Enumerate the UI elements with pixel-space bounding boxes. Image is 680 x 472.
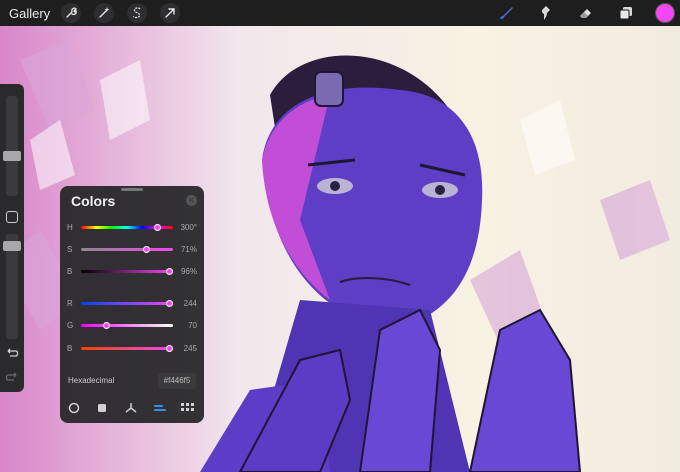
slider-label: H: [67, 223, 73, 232]
slider-label: B: [67, 267, 73, 276]
panel-grabber[interactable]: [121, 188, 143, 191]
opacity-slider[interactable]: [3, 234, 21, 339]
hsb-slider-row: B 96%: [67, 265, 197, 279]
slider-value: 70: [188, 321, 197, 330]
slider-track[interactable]: [81, 324, 173, 327]
slider-label: S: [67, 245, 73, 254]
opacity-thumb[interactable]: [3, 241, 21, 251]
current-color-swatch[interactable]: [655, 3, 675, 23]
gallery-button[interactable]: Gallery: [9, 6, 50, 21]
hex-input[interactable]: #f446f5: [158, 373, 196, 389]
magic-wand-icon[interactable]: [94, 3, 115, 23]
harmony-icon[interactable]: [123, 400, 139, 416]
hex-row: Hexadecimal #f446f5: [60, 372, 204, 392]
slider-label: G: [67, 321, 74, 330]
square-icon[interactable]: [94, 400, 110, 416]
undo-icon[interactable]: [4, 346, 20, 362]
panel-title: Colors: [71, 193, 116, 209]
slider-label: R: [67, 299, 73, 308]
brush-size-slider[interactable]: [3, 96, 21, 196]
transform-arrow-icon[interactable]: [160, 3, 181, 23]
slider-knob[interactable]: [102, 322, 110, 329]
palettes-icon[interactable]: [180, 400, 196, 416]
disc-icon[interactable]: [66, 400, 82, 416]
slider-value: 96%: [180, 267, 197, 276]
hsb-slider-row: S 71%: [67, 243, 197, 257]
redo-icon[interactable]: [4, 370, 20, 386]
slider-value: 244: [183, 299, 197, 308]
value-icon[interactable]: [152, 400, 168, 416]
slider-track[interactable]: [81, 248, 173, 251]
hex-label: Hexadecimal: [68, 376, 115, 385]
smudge-icon[interactable]: [535, 2, 557, 24]
slider-value: 300°: [180, 223, 197, 232]
rgb-slider-row: R 244: [67, 297, 197, 311]
close-icon[interactable]: ×: [186, 195, 197, 206]
rgb-slider-row: G 70: [67, 319, 197, 333]
rgb-slider-row: B 245: [67, 342, 197, 356]
slider-track[interactable]: [81, 270, 173, 273]
left-sidebar: [0, 84, 24, 392]
brush-size-thumb[interactable]: [3, 151, 21, 161]
slider-knob[interactable]: [154, 224, 162, 231]
slider-label: B: [67, 344, 73, 353]
selection-s-icon[interactable]: [127, 3, 148, 23]
color-mode-tabs: [60, 398, 204, 418]
wrench-icon[interactable]: [61, 3, 82, 23]
modify-button[interactable]: [6, 211, 18, 223]
hsb-slider-row: H 300°: [67, 221, 197, 235]
slider-track[interactable]: [81, 347, 173, 350]
brush-icon[interactable]: [495, 2, 517, 24]
layers-icon[interactable]: [615, 2, 637, 24]
top-toolbar: Gallery: [0, 0, 680, 26]
slider-knob[interactable]: [142, 246, 150, 253]
colors-panel: Colors × H 300° S 71% B 96% R 244 G 70 B 245 Hexad…: [60, 186, 204, 423]
slider-value: 245: [183, 344, 197, 353]
slider-track[interactable]: [81, 302, 173, 305]
eraser-icon[interactable]: [575, 2, 597, 24]
slider-value: 71%: [180, 245, 197, 254]
